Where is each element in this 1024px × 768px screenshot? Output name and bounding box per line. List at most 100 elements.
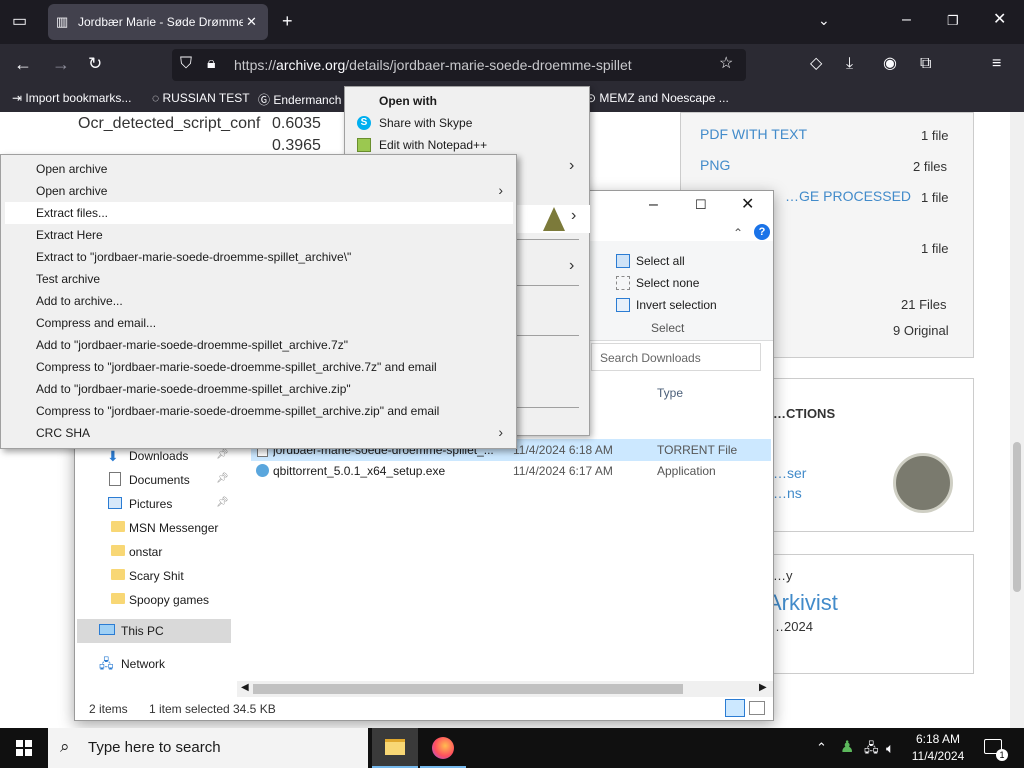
reload-icon[interactable]: ↻ [88, 55, 102, 72]
context-menu-item[interactable]: Test archive [5, 268, 513, 290]
context-menu-item[interactable]: Extract Here [5, 224, 513, 246]
context-menu-item[interactable]: Compress to "jordbaer-marie-soede-droemm… [5, 356, 513, 378]
context-menu-item[interactable]: Add to "jordbaer-marie-soede-droemme-spi… [5, 378, 513, 400]
menu-item-notepadpp[interactable]: Edit with Notepad++ [379, 138, 487, 152]
taskbar-firefox[interactable] [420, 728, 466, 768]
format-link[interactable]: …GE PROCESSED [785, 188, 911, 204]
pin-icon: 📌︎ [216, 473, 229, 484]
nav-network[interactable]: Network [121, 657, 165, 671]
file-row[interactable]: qbittorrent_5.0.1_x64_setup.exe 11/4/202… [251, 461, 771, 483]
select-all-button[interactable]: Select all [636, 254, 685, 268]
nav-documents[interactable]: Documents [129, 473, 190, 487]
original-files[interactable]: 9 Original [893, 323, 949, 338]
uploader-name[interactable]: Arkivist [767, 590, 838, 616]
page-scrollbar[interactable] [1010, 112, 1024, 728]
large-icons-view-icon[interactable] [749, 701, 765, 715]
context-menu-item[interactable]: Compress and email... [5, 312, 513, 334]
context-menu-item[interactable]: CRC SHA › [5, 422, 513, 444]
context-menu-item-label: Extract Here [36, 228, 103, 242]
menu-item-7zip[interactable]: › [517, 205, 590, 233]
forward-icon[interactable]: → [52, 55, 70, 73]
bookmark-label: Endermanch [273, 93, 342, 107]
list-all-tabs-icon[interactable]: ⌄ [818, 12, 830, 28]
url-text: https://archive.org/details/jordbaer-mar… [234, 57, 632, 73]
menu-item-share-skype[interactable]: Share with Skype [379, 116, 472, 130]
nav-folder-spoopy-games[interactable]: Spoopy games [111, 593, 209, 607]
url-prefix: https:// [234, 57, 277, 73]
new-tab-icon[interactable]: + [282, 12, 293, 30]
folder-icon [111, 593, 125, 604]
scroll-left-icon[interactable]: ◀ [241, 682, 249, 693]
context-menu-item[interactable]: Add to "jordbaer-marie-soede-droemme-spi… [5, 334, 513, 356]
close-icon[interactable]: ✕ [741, 197, 754, 213]
invert-selection-button[interactable]: Invert selection [636, 298, 717, 312]
lock-icon[interactable]: 🔒︎ [207, 56, 216, 72]
back-icon[interactable]: ← [14, 55, 32, 73]
tab-list-icon[interactable]: ▭ [12, 14, 27, 30]
format-count: 1 file [921, 241, 949, 256]
bookmark-star-icon[interactable]: ☆ [719, 56, 733, 72]
format-link[interactable]: PDF WITH TEXT [700, 126, 807, 142]
help-icon[interactable]: ? [754, 224, 770, 240]
select-none-button[interactable]: Select none [636, 276, 699, 290]
file-date: 11/4/2024 6:17 AM [513, 464, 613, 478]
taskbar-search-input[interactable]: ⌕ Type here to search [48, 728, 368, 768]
format-link[interactable]: PNG [700, 157, 730, 173]
nav-pictures[interactable]: Pictures [129, 497, 172, 511]
nav-this-pc[interactable]: This PC [77, 619, 231, 643]
scrollbar-thumb[interactable] [1013, 442, 1021, 592]
select-all-icon [616, 254, 630, 268]
metadata-value: 0.3965 [272, 137, 321, 154]
tab-active[interactable]: ▥ Jordbær Marie - Søde Drømme ✕ [48, 4, 268, 40]
volume-icon[interactable]: 🔈︎ [886, 740, 894, 756]
bookmark-import[interactable]: ⇥ Import bookmarks... [12, 91, 131, 105]
shield-icon[interactable]: ⛉ [180, 56, 192, 72]
scrollbar-thumb[interactable] [253, 684, 683, 694]
menu-icon[interactable]: ≡ [992, 56, 1001, 72]
people-icon[interactable]: ♟ [840, 740, 854, 756]
avatar[interactable] [893, 453, 953, 513]
maximize-icon[interactable]: ☐ [695, 197, 707, 213]
details-view-icon[interactable] [725, 699, 745, 717]
downloads-icon[interactable]: ⤓ [846, 56, 853, 72]
minimize-icon[interactable]: – [649, 197, 658, 213]
menu-item-open-with[interactable]: Open with [379, 94, 437, 108]
clock-time[interactable]: 6:18 AM [914, 732, 962, 746]
uploader-link[interactable]: …ns [773, 485, 802, 501]
context-menu-item[interactable]: Add to archive... [5, 290, 513, 312]
bookmark-russian-test[interactable]: ◌ RUSSIAN TEST [152, 91, 250, 105]
qbittorrent-icon [256, 464, 269, 477]
metadata-label: Ocr_detected_script_conf [78, 115, 261, 132]
context-menu-item[interactable]: Compress to "jordbaer-marie-soede-droemm… [5, 400, 513, 422]
bookmark-memz[interactable]: ⊙ MEMZ and Noescape ... [586, 91, 729, 105]
taskbar-file-explorer[interactable] [372, 728, 418, 768]
close-window-icon[interactable]: ✕ [993, 12, 1006, 28]
restore-icon[interactable]: ❐ [947, 13, 959, 29]
windows-start-icon[interactable] [16, 740, 32, 756]
extensions-icon[interactable]: ⧉ [920, 56, 931, 72]
scroll-right-icon[interactable]: ▶ [759, 682, 767, 693]
context-menu-item[interactable]: Open archive [5, 158, 513, 180]
nav-folder-scary-shit[interactable]: Scary Shit [111, 569, 184, 583]
total-files[interactable]: 21 Files [901, 297, 947, 312]
horizontal-scrollbar[interactable]: ◀ ▶ [237, 681, 773, 697]
nav-folder-msn-messenger[interactable]: MSN Messenger [111, 521, 218, 535]
collapse-ribbon-icon[interactable]: ⌃ [733, 225, 743, 241]
bookmark-endermanch[interactable]: Ⓖ Endermanch [258, 91, 341, 108]
clock-date[interactable]: 11/4/2024 [909, 749, 967, 763]
context-menu-item[interactable]: Extract to "jordbaer-marie-soede-droemme… [5, 246, 513, 268]
nav-folder-onstar[interactable]: onstar [111, 545, 162, 559]
context-menu-item[interactable]: Open archive › [5, 180, 513, 202]
search-input[interactable]: Search Downloads [591, 343, 761, 371]
pocket-icon[interactable]: ◇ [810, 56, 822, 72]
account-icon[interactable]: ◉ [883, 56, 897, 72]
minimize-icon[interactable]: – [902, 12, 911, 28]
network-icon[interactable]: 🖧︎ [864, 740, 879, 756]
nav-downloads[interactable]: Downloads [129, 449, 188, 463]
close-tab-icon[interactable]: ✕ [246, 14, 257, 30]
column-header-type[interactable]: Type [657, 386, 683, 400]
submenu-arrow-icon: › [498, 424, 503, 440]
show-hidden-icons-icon[interactable]: ⌃ [816, 740, 827, 756]
uploader-link[interactable]: …ser [773, 465, 806, 481]
context-menu-item[interactable]: Extract files... [5, 202, 513, 224]
